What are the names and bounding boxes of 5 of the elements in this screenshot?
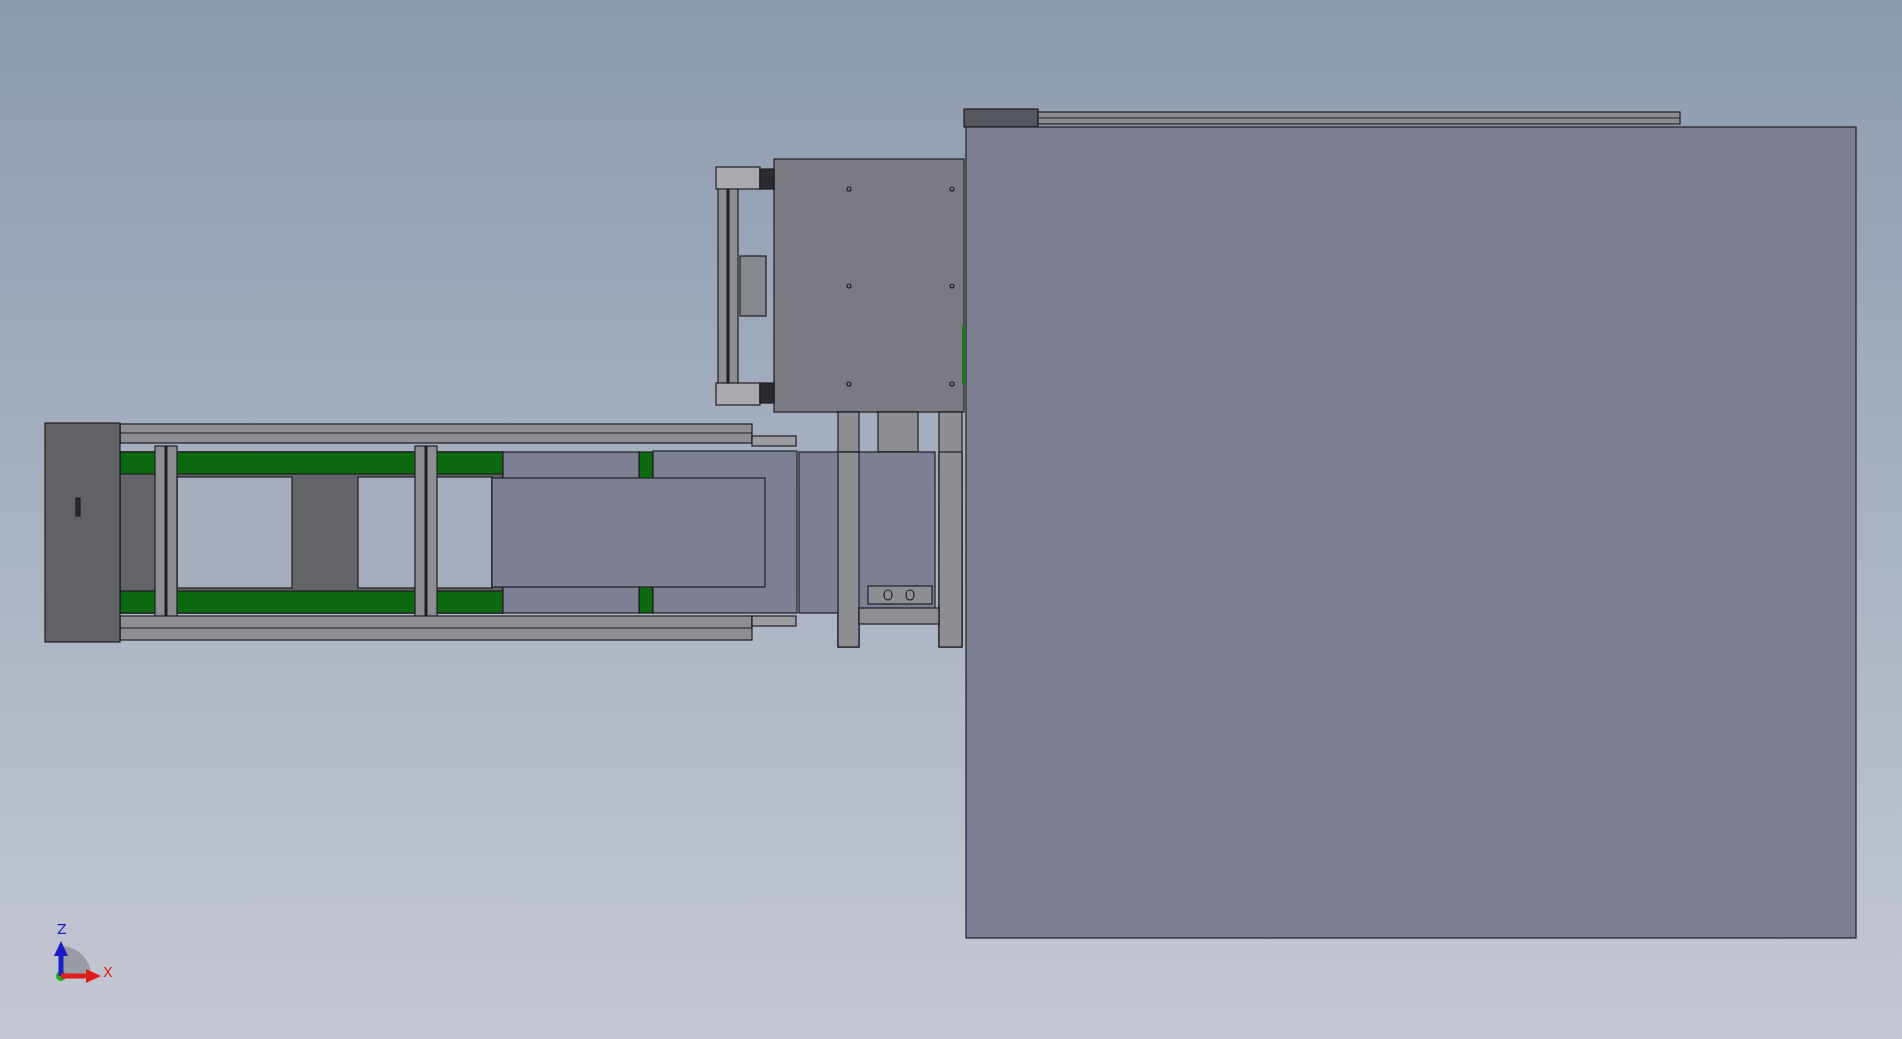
up-arrow-icon bbox=[54, 941, 68, 976]
origin-dot-icon bbox=[56, 971, 66, 981]
axis-label: Z bbox=[57, 921, 67, 937]
axis-label: X bbox=[103, 964, 113, 980]
right-arrow-icon bbox=[61, 969, 101, 983]
